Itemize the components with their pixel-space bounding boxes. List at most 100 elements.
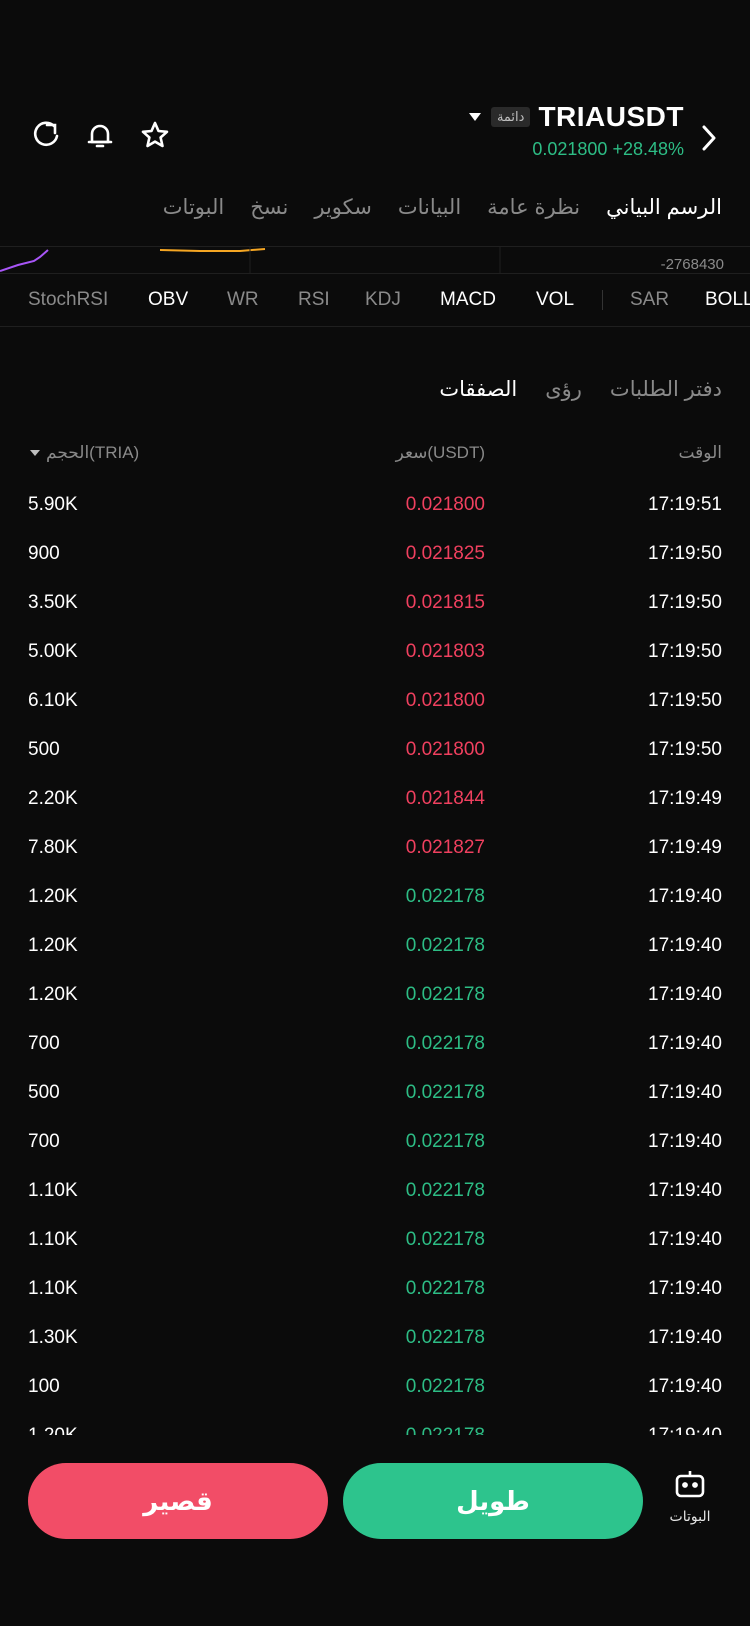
caret-down-icon xyxy=(468,113,481,121)
trade-price: 0.021827 xyxy=(405,837,485,858)
robot-icon xyxy=(675,1471,705,1498)
contract-type-badge: دائمة xyxy=(490,107,531,127)
trade-volume: 1.20K xyxy=(28,886,78,907)
symbol-name: TRIAUSDT xyxy=(538,101,684,132)
column-volume[interactable]: الحجم(TRIA) xyxy=(30,443,139,463)
short-button[interactable]: قصير xyxy=(28,1463,328,1539)
indicator-macd[interactable]: MACD xyxy=(440,289,496,311)
trade-row: 7.80K 0.021827 17:19:49 xyxy=(0,823,750,872)
ticker-line: 0.021800 +28.48% xyxy=(469,139,684,160)
trade-volume: 1.10K xyxy=(28,1180,78,1201)
indicator-bar: StochRSI OBV WR RSI KDJ MACD VOL SAR BOL… xyxy=(0,272,750,327)
tab-copy[interactable]: نسخ xyxy=(250,195,288,220)
trade-price: 0.021800 xyxy=(405,739,485,760)
trade-row: 1.20K 0.022178 17:19:40 xyxy=(0,970,750,1019)
change-percent: +28.48% xyxy=(612,139,684,159)
trade-volume: 500 xyxy=(28,739,60,760)
indicator-rsi[interactable]: RSI xyxy=(298,289,330,311)
tab-overview[interactable]: نظرة عامة xyxy=(487,195,580,220)
trade-row: 1.30K 0.022178 17:19:40 xyxy=(0,1313,750,1362)
trade-price: 0.022178 xyxy=(405,984,485,1005)
trade-row: 500 0.022178 17:19:40 xyxy=(0,1068,750,1117)
trade-time: 17:19:40 xyxy=(648,1131,722,1152)
divider xyxy=(602,290,603,310)
trade-price: 0.022178 xyxy=(405,1278,485,1299)
tab-square[interactable]: سكوير xyxy=(314,195,371,220)
trade-price: 0.022178 xyxy=(405,935,485,956)
trade-time: 17:19:50 xyxy=(648,641,722,662)
trade-time: 17:19:50 xyxy=(648,592,722,613)
star-icon[interactable] xyxy=(139,119,171,151)
trade-time: 17:19:40 xyxy=(648,1082,722,1103)
bottom-bar: قصير طويل البوتات xyxy=(0,1435,750,1626)
trade-time: 17:19:50 xyxy=(648,690,722,711)
trade-time: 17:19:40 xyxy=(648,1278,722,1299)
trade-volume: 5.00K xyxy=(28,641,78,662)
trade-volume: 7.80K xyxy=(28,837,78,858)
trade-volume: 700 xyxy=(28,1131,60,1152)
trade-time: 17:19:40 xyxy=(648,1327,722,1348)
trade-price: 0.021825 xyxy=(405,543,485,564)
trade-price: 0.022178 xyxy=(405,886,485,907)
chevron-right-icon[interactable] xyxy=(696,121,722,155)
indicator-kdj[interactable]: KDJ xyxy=(365,289,401,311)
trade-volume: 1.20K xyxy=(28,1425,78,1435)
trade-volume: 900 xyxy=(28,543,60,564)
trade-row: 3.50K 0.021815 17:19:50 xyxy=(0,578,750,627)
tab-chart[interactable]: الرسم البياني xyxy=(606,195,722,220)
trade-time: 17:19:40 xyxy=(648,1376,722,1397)
header: TRIAUSDT دائمة 0.021800 +28.48% xyxy=(0,95,750,175)
trade-time: 17:19:40 xyxy=(648,935,722,956)
trade-price: 0.021800 xyxy=(405,494,485,515)
trade-price: 0.022178 xyxy=(405,1327,485,1348)
refresh-icon[interactable] xyxy=(30,119,62,151)
trade-row: 1.10K 0.022178 17:19:40 xyxy=(0,1215,750,1264)
indicator-wr[interactable]: WR xyxy=(227,289,259,311)
tab-bots[interactable]: البوتات xyxy=(163,195,224,220)
indicator-stochrsi[interactable]: StochRSI xyxy=(28,289,108,311)
long-button[interactable]: طويل xyxy=(343,1463,643,1539)
trade-price: 0.021803 xyxy=(405,641,485,662)
trade-row: 1.20K 0.022178 17:19:40 xyxy=(0,1411,750,1435)
indicator-sar[interactable]: SAR xyxy=(630,289,669,311)
trade-volume: 6.10K xyxy=(28,690,78,711)
trade-row: 1.20K 0.022178 17:19:40 xyxy=(0,872,750,921)
trade-time: 17:19:40 xyxy=(648,1033,722,1054)
trade-time: 17:19:40 xyxy=(648,1229,722,1250)
trade-row: 700 0.022178 17:19:40 xyxy=(0,1117,750,1166)
chart-area[interactable]: -2768430 xyxy=(0,246,750,274)
trade-row: 1.10K 0.022178 17:19:40 xyxy=(0,1264,750,1313)
trade-volume: 1.20K xyxy=(28,935,78,956)
trade-volume: 1.10K xyxy=(28,1229,78,1250)
bell-icon[interactable] xyxy=(84,119,116,151)
tab-trades[interactable]: الصفقات xyxy=(439,377,517,402)
column-volume-label: الحجم(TRIA) xyxy=(46,443,140,462)
main-tabs: الرسم البياني نظرة عامة البيانات سكوير ن… xyxy=(163,195,722,220)
trade-row: 2.20K 0.021844 17:19:49 xyxy=(0,774,750,823)
trade-volume: 100 xyxy=(28,1376,60,1397)
bots-button[interactable]: البوتات xyxy=(660,1469,720,1525)
trade-time: 17:19:49 xyxy=(648,837,722,858)
trade-volume: 500 xyxy=(28,1082,60,1103)
trade-time: 17:19:40 xyxy=(648,886,722,907)
trade-time: 17:19:51 xyxy=(648,494,722,515)
trade-price: 0.022178 xyxy=(405,1082,485,1103)
symbol-selector[interactable]: TRIAUSDT دائمة 0.021800 +28.48% xyxy=(468,101,684,160)
indicator-boll[interactable]: BOLL xyxy=(705,289,750,311)
trade-time: 17:19:49 xyxy=(648,788,722,809)
tab-data[interactable]: البيانات xyxy=(398,195,461,220)
trade-price: 0.022178 xyxy=(405,1033,485,1054)
trades-list[interactable]: 5.90K 0.021800 17:19:51 900 0.021825 17:19:50… xyxy=(0,480,750,1435)
caret-down-icon xyxy=(30,450,40,456)
indicator-plot xyxy=(0,247,501,273)
last-price: 0.021800 xyxy=(532,139,608,159)
trade-row: 500 0.021800 17:19:50 xyxy=(0,725,750,774)
indicator-obv[interactable]: OBV xyxy=(148,289,188,311)
trade-time: 17:19:40 xyxy=(648,1180,722,1201)
section-tabs: دفتر الطلبات رؤى الصفقات xyxy=(439,377,722,402)
trade-time: 17:19:50 xyxy=(648,739,722,760)
indicator-vol[interactable]: VOL xyxy=(536,289,574,311)
tab-insights[interactable]: رؤى xyxy=(545,377,582,402)
trade-row: 1.20K 0.022178 17:19:40 xyxy=(0,921,750,970)
tab-order-book[interactable]: دفتر الطلبات xyxy=(610,377,722,402)
